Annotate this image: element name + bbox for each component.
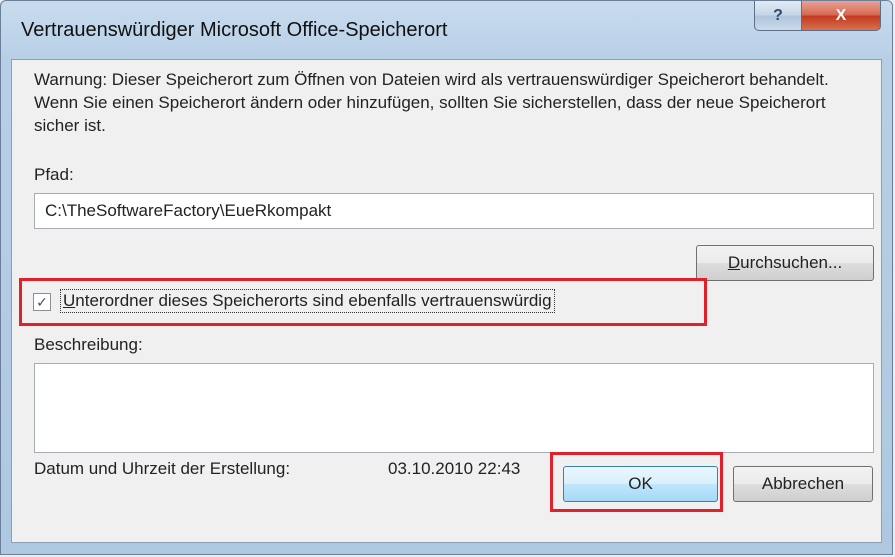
dialog-window: Vertrauenswürdiger Microsoft Office-Spei… bbox=[0, 0, 893, 555]
created-value: 03.10.2010 22:43 bbox=[388, 459, 521, 478]
browse-accel: D bbox=[727, 253, 741, 272]
created-label: Datum und Uhrzeit der Erstellung: bbox=[34, 459, 291, 478]
close-icon: X bbox=[835, 6, 847, 24]
subfolders-checkbox-label[interactable]: Unterordner dieses Speicherorts sind ebe… bbox=[60, 289, 555, 313]
path-input[interactable]: C:\TheSoftwareFactory\EueRkompakt bbox=[34, 193, 874, 229]
browse-button[interactable]: Durchsuchen... bbox=[696, 245, 874, 281]
dialog-body: Warnung: Dieser Speicherort zum Öffnen v… bbox=[11, 59, 882, 543]
subfolders-label-text: nterordner dieses Speicherorts sind eben… bbox=[75, 291, 552, 310]
help-button[interactable]: ? bbox=[754, 1, 802, 31]
window-frame-bottom bbox=[1, 543, 892, 556]
description-input[interactable] bbox=[34, 363, 874, 453]
description-label: Beschreibung: bbox=[34, 335, 143, 354]
cancel-button[interactable]: Abbrechen bbox=[733, 466, 873, 502]
path-label: Pfad: bbox=[34, 165, 74, 184]
browse-label: urchsuchen... bbox=[740, 253, 843, 272]
dialog-title: Vertrauenswürdiger Microsoft Office-Spei… bbox=[21, 19, 448, 41]
subfolders-checkbox[interactable]: ✓ bbox=[33, 293, 51, 311]
ok-button[interactable]: OK bbox=[563, 466, 718, 502]
close-button[interactable]: X bbox=[801, 1, 881, 31]
title-bar[interactable]: Vertrauenswürdiger Microsoft Office-Spei… bbox=[1, 1, 892, 59]
subfolders-accel: U bbox=[63, 291, 76, 310]
help-icon: ? bbox=[773, 6, 783, 24]
warning-text: Warnung: Dieser Speicherort zum Öffnen v… bbox=[34, 70, 829, 135]
check-icon: ✓ bbox=[36, 294, 48, 310]
